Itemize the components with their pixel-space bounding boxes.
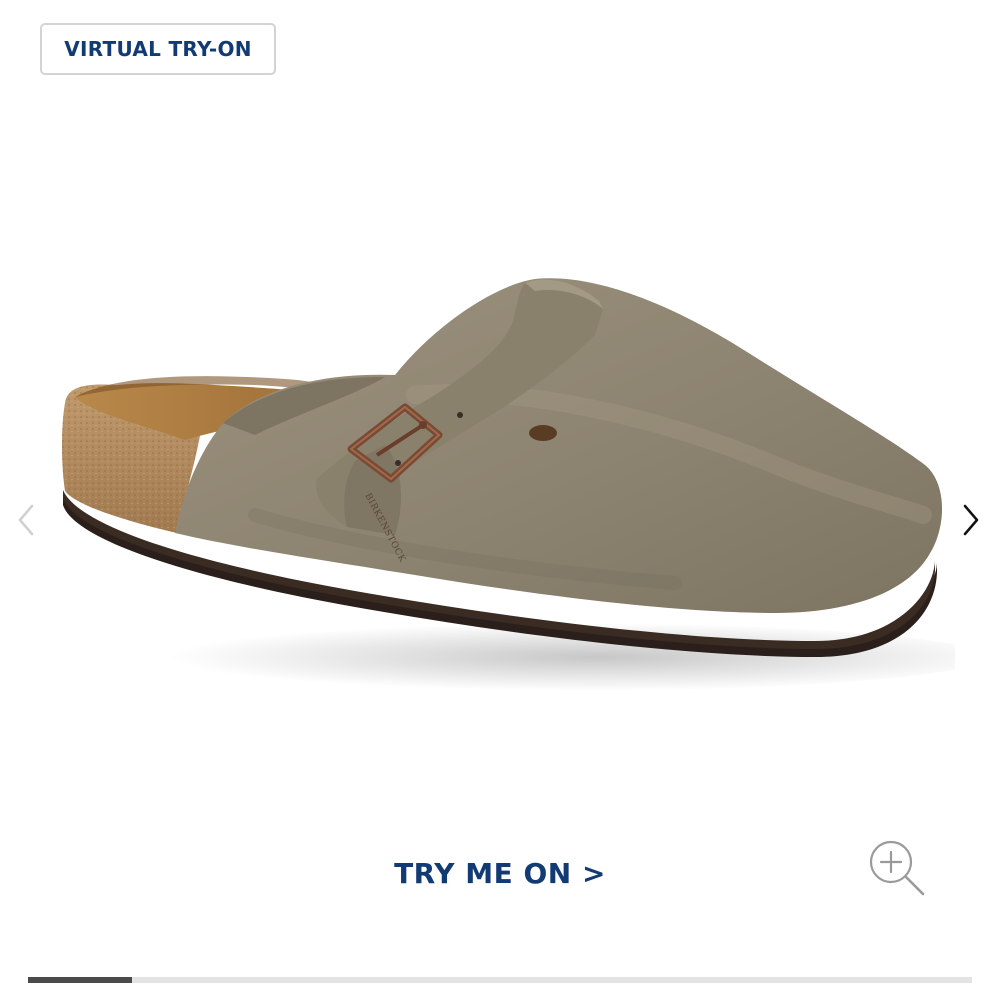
zoom-button[interactable] <box>865 836 929 900</box>
try-me-on-link[interactable]: TRY ME ON > <box>380 853 620 893</box>
product-gallery: VIRTUAL TRY-ON BIRKENSTOCK TRY ME ON > <box>0 0 1000 1000</box>
gallery-progress-fill <box>28 977 132 983</box>
chevron-right-icon <box>963 504 979 536</box>
try-me-on-label: TRY ME ON > <box>394 856 606 890</box>
virtual-try-on-button[interactable]: VIRTUAL TRY-ON <box>40 23 276 75</box>
strap-slot <box>529 425 557 441</box>
product-image[interactable]: BIRKENSTOCK <box>55 265 955 695</box>
strap-hole <box>457 412 463 418</box>
gallery-progress-track <box>28 977 972 983</box>
chevron-left-icon <box>18 504 34 536</box>
virtual-try-on-label: VIRTUAL TRY-ON <box>64 37 252 61</box>
previous-image-button[interactable] <box>6 498 46 542</box>
next-image-button[interactable] <box>951 498 991 542</box>
strap-hole <box>395 460 401 466</box>
zoom-in-icon <box>869 840 925 896</box>
